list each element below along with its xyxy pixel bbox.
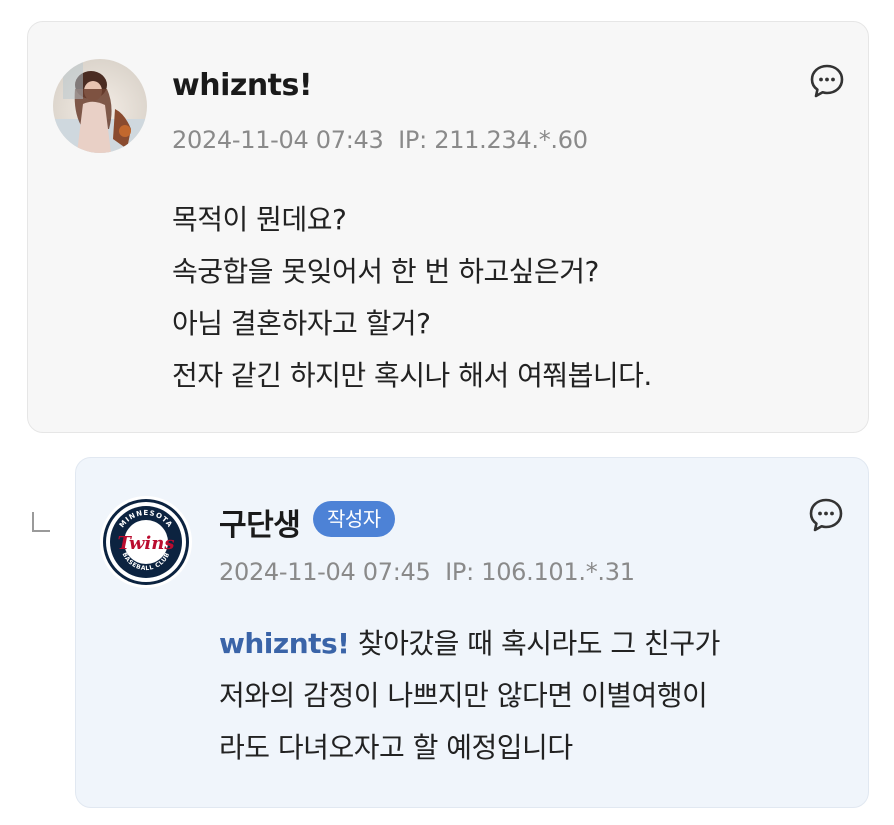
speech-bubble-icon[interactable] — [808, 62, 846, 100]
comment-line: 라도 다녀오자고 할 예정입니다 — [219, 731, 573, 764]
profile-photo-icon — [53, 59, 147, 153]
logo-text-center: Twins — [118, 533, 175, 554]
comment-card: whiznts! 2024-11-04 07:43 IP: 211.234.*.… — [27, 21, 869, 433]
mention-link[interactable]: whiznts! — [219, 627, 350, 660]
comment-thread: whiznts! 2024-11-04 07:43 IP: 211.234.*.… — [0, 0, 894, 825]
minnesota-twins-logo-icon: MINNESOTA BASEBALL CLUB Twins — [100, 496, 192, 588]
comment-meta: 2024-11-04 07:43 IP: 211.234.*.60 — [172, 126, 588, 154]
comment-ip: IP: 106.101.*.31 — [445, 558, 635, 586]
comment-line: 저와의 감정이 나쁘지만 않다면 이별여행이 — [219, 679, 708, 712]
speech-bubble-icon[interactable] — [807, 496, 845, 534]
comment-ip: IP: 211.234.*.60 — [398, 126, 588, 154]
comment-datetime: 2024-11-04 07:43 — [172, 126, 384, 154]
avatar[interactable]: MINNESOTA BASEBALL CLUB Twins — [99, 495, 193, 589]
comment-meta: 2024-11-04 07:45 IP: 106.101.*.31 — [219, 558, 635, 586]
comment-line-text: 찾아갔을 때 혹시라도 그 친구가 — [357, 627, 720, 660]
reply-indicator-icon — [32, 512, 50, 532]
comment-line: 목적이 뭔데요? — [172, 203, 347, 236]
comment-line: 속궁합을 못잊어서 한 번 하고싶은거? — [172, 255, 599, 288]
comment-body: 목적이 뭔데요? 속궁합을 못잊어서 한 번 하고싶은거? 아님 결혼하자고 할… — [172, 194, 652, 402]
comment-line: 아님 결혼하자고 할거? — [172, 307, 431, 340]
avatar[interactable] — [53, 59, 147, 153]
comment-line: 전자 같긴 하지만 혹시나 해서 여쭤봅니다. — [172, 359, 652, 392]
author-badge: 작성자 — [313, 501, 395, 537]
username[interactable]: whiznts! — [172, 68, 313, 103]
reply-comment-card: MINNESOTA BASEBALL CLUB Twins 구단생 작성자 20… — [75, 457, 869, 808]
comment-body: whiznts! 찾아갔을 때 혹시라도 그 친구가 저와의 감정이 나쁘지만 … — [219, 618, 829, 774]
comment-datetime: 2024-11-04 07:45 — [219, 558, 431, 586]
username[interactable]: 구단생 — [219, 500, 301, 544]
comment-line: whiznts! 찾아갔을 때 혹시라도 그 친구가 — [219, 618, 829, 670]
